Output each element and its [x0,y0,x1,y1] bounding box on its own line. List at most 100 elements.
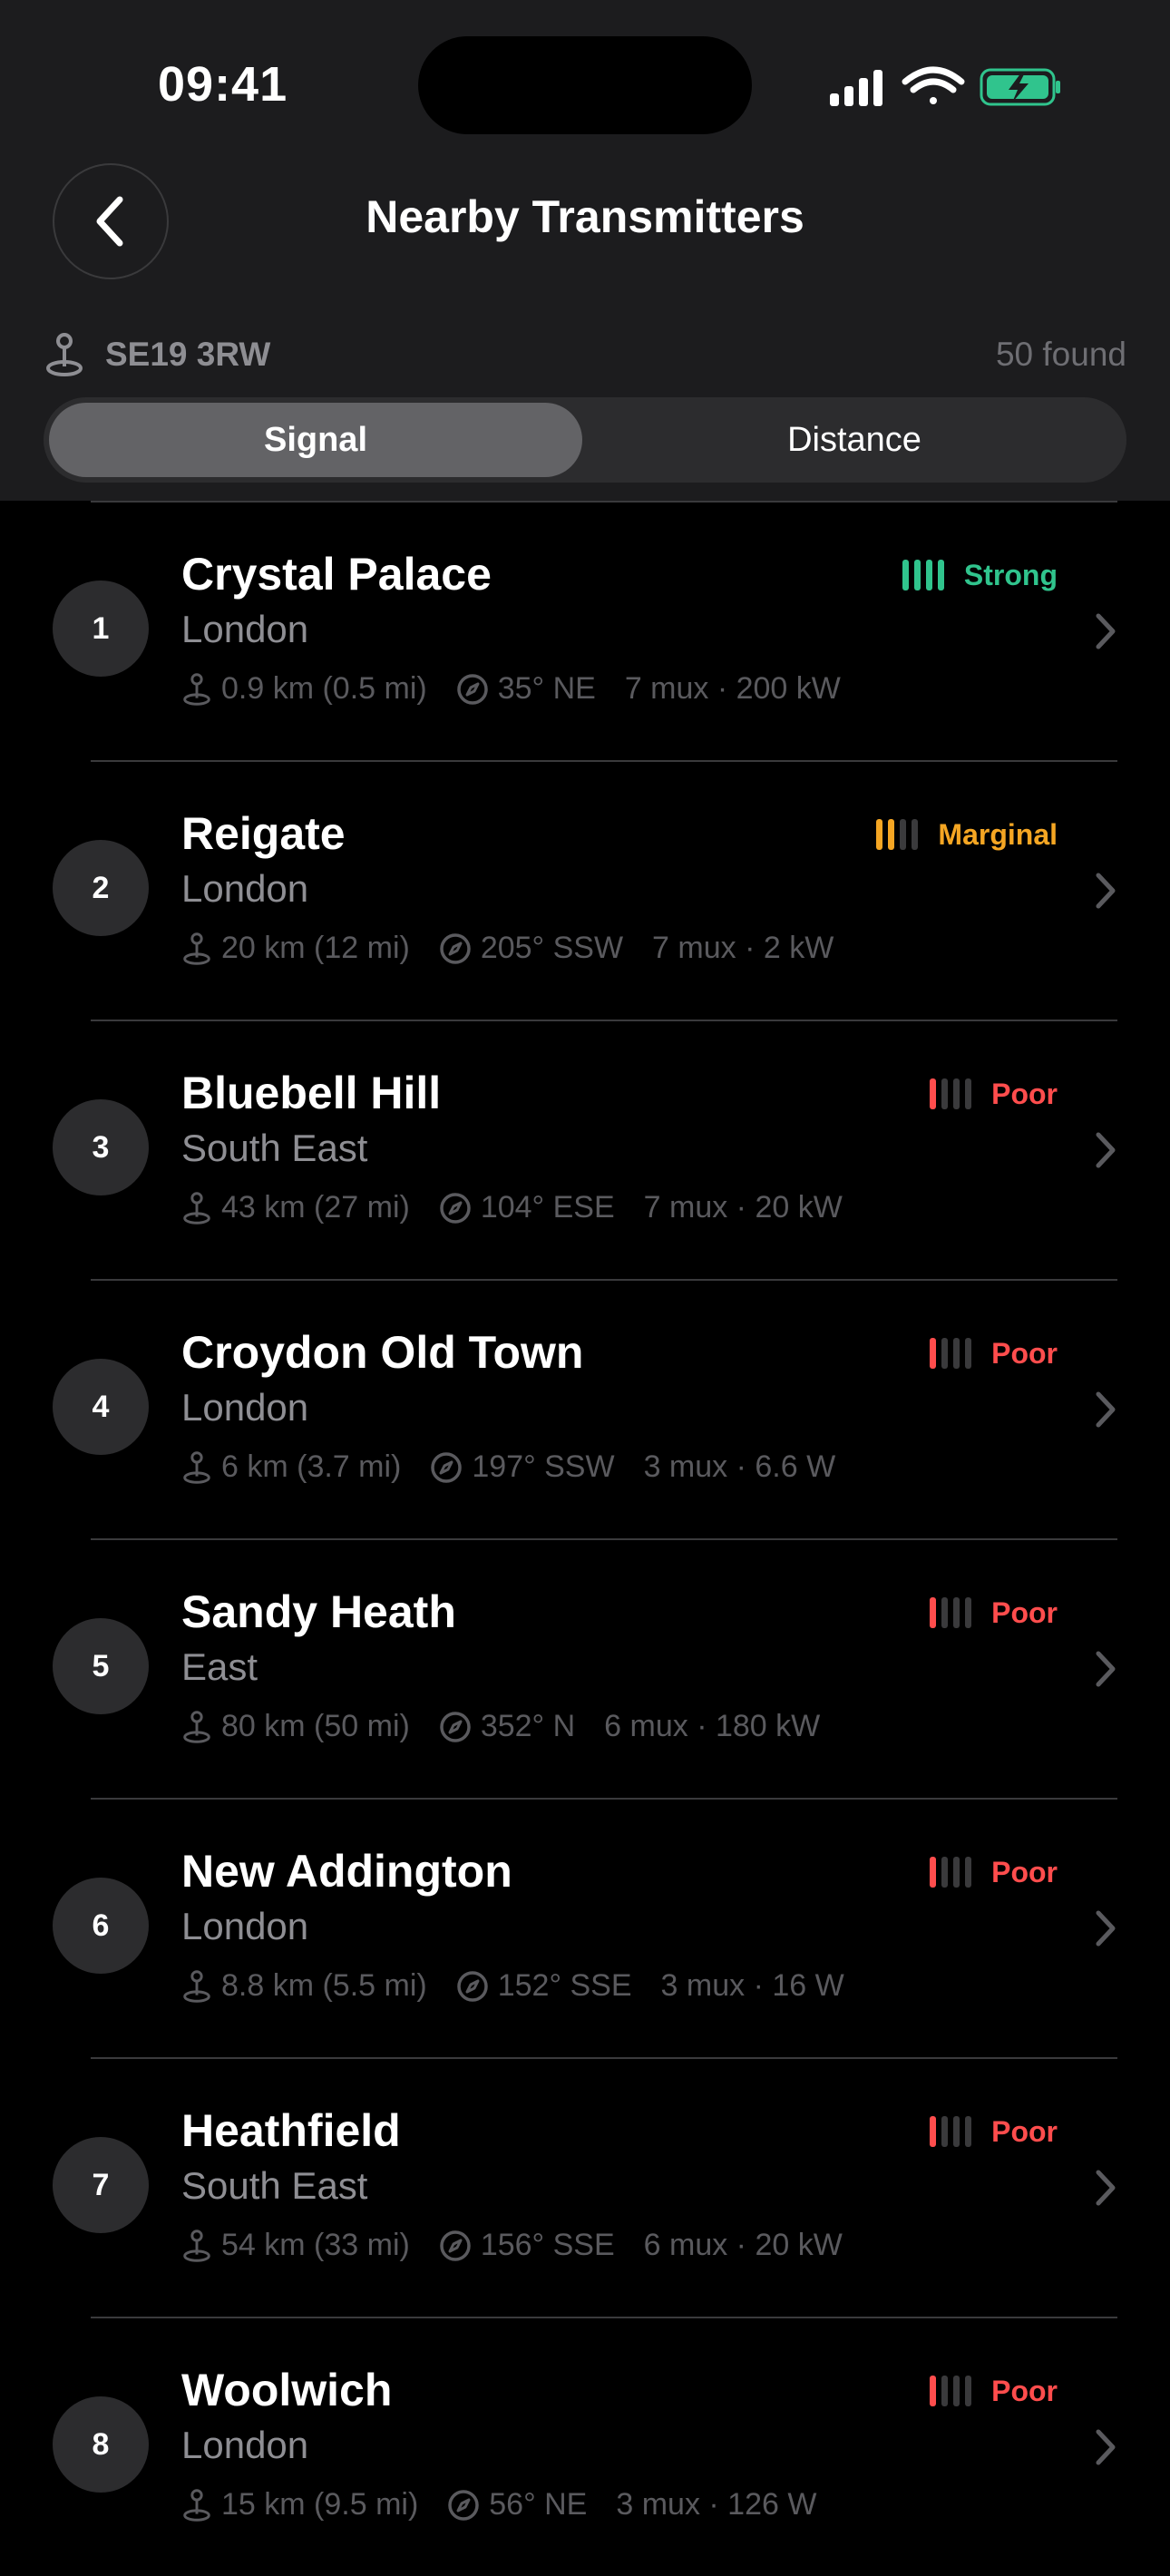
cellular-signal-icon [830,70,882,106]
transmitter-row[interactable]: 2 Reigate London 20 km (12 mi) 205° SSW 7 mux… [0,760,1170,1020]
transmitter-row[interactable]: 5 Sandy Heath East 80 km (50 mi) 352° N 6 mux… [0,1538,1170,1798]
transmitter-row[interactable]: 1 Crystal Palace London 0.9 km (0.5 mi) 35° … [0,501,1170,760]
chevron-right-icon [1096,1391,1116,1428]
sort-distance-tab[interactable]: Distance [588,403,1121,477]
signal-label: Poor [991,1855,1058,1888]
row-divider [91,1020,1117,1021]
signal-label: Poor [991,1336,1058,1370]
sort-signal-tab[interactable]: Signal [49,403,582,477]
compass-icon [448,2489,480,2521]
transmitter-row[interactable]: 4 Croydon Old Town London 6 km (3.7 mi) 197°… [0,1279,1170,1538]
rank-badge: 7 [53,2137,149,2233]
mux-power-text: 6 mux · 20 kW [643,2228,843,2262]
compass-icon [456,673,488,705]
signal-label: Poor [991,2114,1058,2148]
transmitter-region: London [181,2424,309,2466]
signal-indicator: Poor [930,1854,1058,1890]
transmitter-name: Heathfield [181,2105,401,2156]
mux-power-text: 3 mux · 6.6 W [643,1449,836,1484]
transmitter-meta: 8.8 km (5.5 mi) 152° SSE 3 mux · 16 W [181,1968,844,2004]
location-pin-icon [46,333,83,376]
transmitter-region: London [181,867,309,910]
compass-icon [440,932,471,964]
mux-power-text: 3 mux · 126 W [616,2487,817,2522]
location-postcode: SE19 3RW [105,336,271,373]
chevron-right-icon [1096,1910,1116,1947]
bearing-text: 156° SSE [480,2228,615,2262]
compass-icon [456,1970,488,2002]
transmitter-meta: 80 km (50 mi) 352° N 6 mux · 180 kW [181,1709,820,1744]
distance-text: 43 km (27 mi) [221,1190,410,1225]
distance-text: 15 km (9.5 mi) [221,2487,419,2522]
transmitter-name: New Addington [181,1846,512,1897]
signal-indicator: Poor [930,1076,1058,1112]
transmitter-region: East [181,1645,258,1688]
rank-badge: 4 [53,1359,149,1455]
compass-icon [440,2230,471,2261]
status-time: 09:41 [158,57,288,112]
row-divider [91,501,1117,503]
signal-bars-icon [930,1078,977,1109]
row-divider [91,2057,1117,2059]
signal-bars-icon [930,1857,977,1888]
transmitter-meta: 43 km (27 mi) 104° ESE 7 mux · 20 kW [181,1190,843,1225]
rank-badge: 1 [53,581,149,677]
transmitter-name: Woolwich [181,2365,393,2415]
transmitter-meta: 54 km (33 mi) 156° SSE 6 mux · 20 kW [181,2228,843,2263]
sort-segmented-control: Signal Distance [44,397,1126,483]
transmitter-row[interactable]: 6 New Addington London 8.8 km (5.5 mi) 152° … [0,1798,1170,2057]
row-divider [91,2317,1117,2318]
signal-indicator: Poor [930,1335,1058,1371]
row-divider [91,1538,1117,1540]
bearing-text: 205° SSW [480,931,624,965]
transmitter-region: South East [181,1127,368,1169]
mux-power-text: 7 mux · 2 kW [652,931,834,965]
rank-badge: 2 [53,840,149,936]
mux-power-text: 7 mux · 200 kW [624,671,841,706]
transmitter-region: South East [181,2164,368,2207]
transmitter-region: London [181,1905,309,1947]
location-pin-icon [183,1450,210,1484]
row-divider [91,760,1117,762]
chevron-right-icon [1096,1132,1116,1168]
signal-label: Strong [963,558,1058,591]
location-pin-icon [183,2488,210,2522]
signal-bars-icon [930,1338,977,1369]
row-divider [91,1798,1117,1800]
location-pin-icon [183,932,210,965]
location-pin-icon [183,1969,210,2003]
rank-badge: 6 [53,1878,149,1974]
transmitter-region: London [181,1386,309,1429]
page-title: Nearby Transmitters [366,191,804,242]
transmitter-meta: 20 km (12 mi) 205° SSW 7 mux · 2 kW [181,931,834,966]
transmitter-name: Bluebell Hill [181,1068,442,1118]
compass-icon [431,1451,463,1483]
chevron-right-icon [1096,873,1116,909]
results-count: 50 found [995,336,1126,373]
distance-text: 6 km (3.7 mi) [221,1449,402,1484]
signal-bars-icon [930,2116,977,2147]
transmitter-row[interactable]: 7 Heathfield South East 54 km (33 mi) 156° S… [0,2057,1170,2317]
bearing-text: 352° N [480,1709,576,1743]
rank-badge: 5 [53,1618,149,1714]
distance-text: 8.8 km (5.5 mi) [221,1968,427,2003]
transmitter-meta: 15 km (9.5 mi) 56° NE 3 mux · 126 W [181,2487,816,2522]
signal-bars-icon [930,1597,977,1628]
signal-indicator: Strong [902,557,1058,593]
battery-charging-icon [980,68,1060,106]
chevron-right-icon [1096,2429,1116,2465]
mux-power-text: 3 mux · 16 W [660,1968,844,2003]
location-pin-icon [183,672,210,706]
signal-label: Poor [991,1077,1058,1110]
mux-power-text: 7 mux · 20 kW [643,1190,843,1225]
location-pin-icon [183,1710,210,1743]
signal-bars-icon [930,2376,977,2406]
transmitter-row[interactable]: 8 Woolwich London 15 km (9.5 mi) 56° NE 3 mux… [0,2317,1170,2576]
compass-icon [440,1192,471,1224]
signal-indicator: Marginal [876,816,1058,853]
mux-power-text: 6 mux · 180 kW [604,1709,821,1743]
signal-label: Poor [991,2374,1058,2407]
transmitter-name: Croydon Old Town [181,1327,584,1378]
location-pin-icon [183,1191,210,1225]
transmitter-row[interactable]: 3 Bluebell Hill South East 43 km (27 mi) 104… [0,1020,1170,1279]
